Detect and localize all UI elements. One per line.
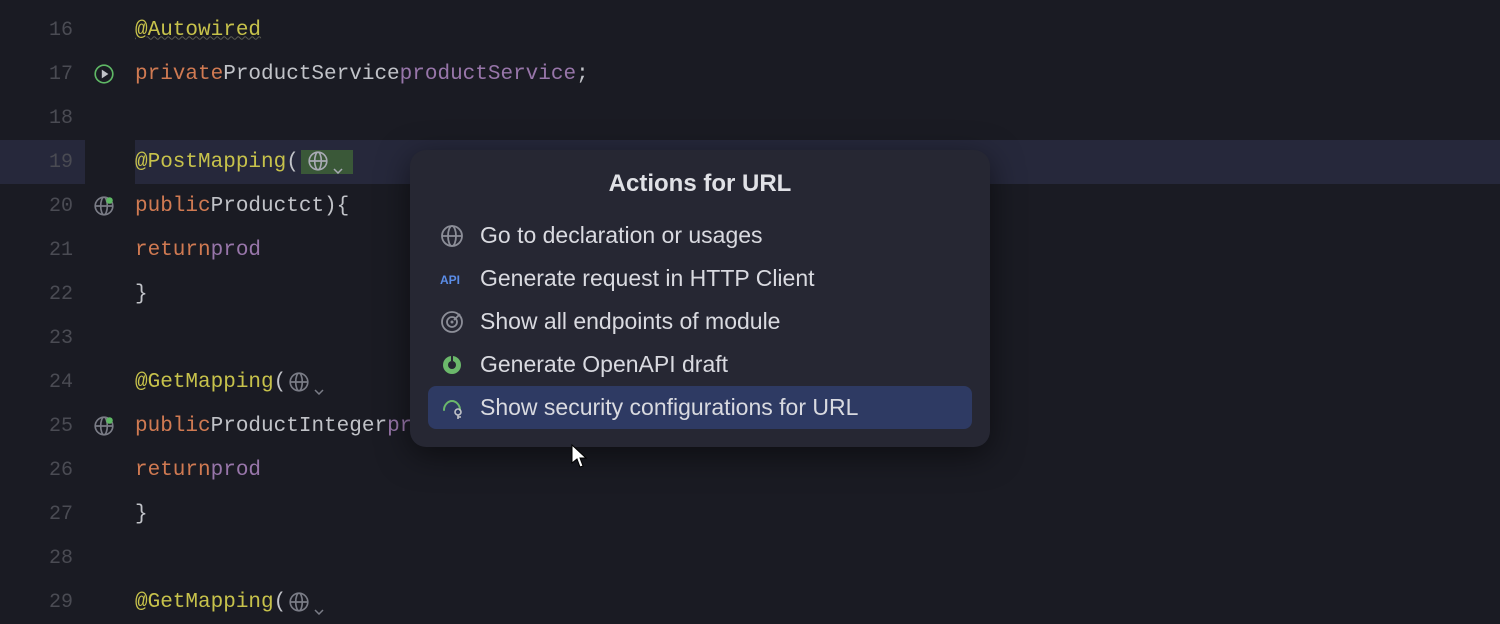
keyword-token: public [135, 195, 211, 218]
brace-token: } [135, 503, 148, 526]
paren-token: ( [286, 151, 299, 174]
line-number: 27 [49, 503, 73, 526]
line-number: 29 [49, 591, 73, 614]
brace-token: } [135, 283, 148, 306]
actions-popup: Actions for URL Go to declaration or usa… [410, 150, 990, 447]
chevron-down-icon[interactable] [333, 158, 343, 164]
line-number: 20 [49, 195, 73, 218]
annotation-token: @Autowired [135, 19, 261, 42]
annotation-token: @GetMapping [135, 591, 274, 614]
line-number: 19 [49, 151, 73, 174]
line-number: 16 [49, 19, 73, 42]
popup-item-label: Go to declaration or usages [480, 222, 763, 249]
globe-icon[interactable] [288, 371, 310, 393]
mouse-cursor [568, 443, 590, 469]
popup-item-http-client[interactable]: API Generate request in HTTP Client [428, 257, 972, 300]
openapi-icon [440, 353, 464, 377]
line-number: 21 [49, 239, 73, 262]
popup-item-security[interactable]: Show security configurations for URL [428, 386, 972, 429]
code-line[interactable] [135, 96, 1500, 140]
keyword-token: return [135, 239, 211, 262]
type-token: ProductService [223, 63, 399, 86]
punct-token: ; [576, 63, 589, 86]
type-token: Product [211, 195, 299, 218]
code-line[interactable]: @GetMapping( [135, 580, 1500, 624]
type-token: Product [211, 415, 299, 438]
line-number: 24 [49, 371, 73, 394]
popup-items: Go to declaration or usages API Generate… [410, 214, 990, 447]
identifier-token: productService [400, 63, 576, 86]
annotation-token: @GetMapping [135, 371, 274, 394]
code-line[interactable]: return prod [135, 448, 1500, 492]
popup-item-openapi[interactable]: Generate OpenAPI draft [428, 343, 972, 386]
code-line[interactable]: @Autowired [135, 8, 1500, 52]
target-icon [440, 310, 464, 334]
chevron-down-icon[interactable] [314, 379, 324, 385]
identifier-token: prod [211, 239, 261, 262]
popup-title: Actions for URL [410, 150, 990, 214]
security-icon [440, 396, 464, 420]
popup-item-label: Generate request in HTTP Client [480, 265, 815, 292]
globe-icon [440, 224, 464, 248]
globe-icon[interactable] [307, 150, 329, 172]
keyword-token: return [135, 459, 211, 482]
paren-token: ( [274, 591, 287, 614]
paren-token: ( [274, 371, 287, 394]
svg-text:API: API [440, 273, 460, 287]
code-line[interactable]: private ProductService productService; [135, 52, 1500, 96]
line-number: 25 [49, 415, 73, 438]
popup-item-label: Show all endpoints of module [480, 308, 780, 335]
editor-gutter: 16 17 18 19 20 21 22 23 24 [0, 0, 85, 600]
api-icon: API [440, 267, 464, 291]
globe-icon[interactable] [288, 591, 310, 613]
popup-item-declaration[interactable]: Go to declaration or usages [428, 214, 972, 257]
code-line[interactable] [135, 536, 1500, 580]
line-number: 22 [49, 283, 73, 306]
line-number: 28 [49, 547, 73, 570]
type-token: Integer [299, 415, 387, 438]
popup-item-label: Generate OpenAPI draft [480, 351, 728, 378]
code-line[interactable]: } [135, 492, 1500, 536]
line-number: 17 [49, 63, 73, 86]
keyword-token: public [135, 415, 211, 438]
identifier-token: prod [211, 459, 261, 482]
keyword-token: private [135, 63, 223, 86]
popup-item-endpoints[interactable]: Show all endpoints of module [428, 300, 972, 343]
popup-item-label: Show security configurations for URL [480, 394, 858, 421]
line-number: 23 [49, 327, 73, 350]
line-number: 26 [49, 459, 73, 482]
punct-token: ct){ [299, 195, 349, 218]
line-number: 18 [49, 107, 73, 130]
annotation-token: @PostMapping [135, 151, 286, 174]
